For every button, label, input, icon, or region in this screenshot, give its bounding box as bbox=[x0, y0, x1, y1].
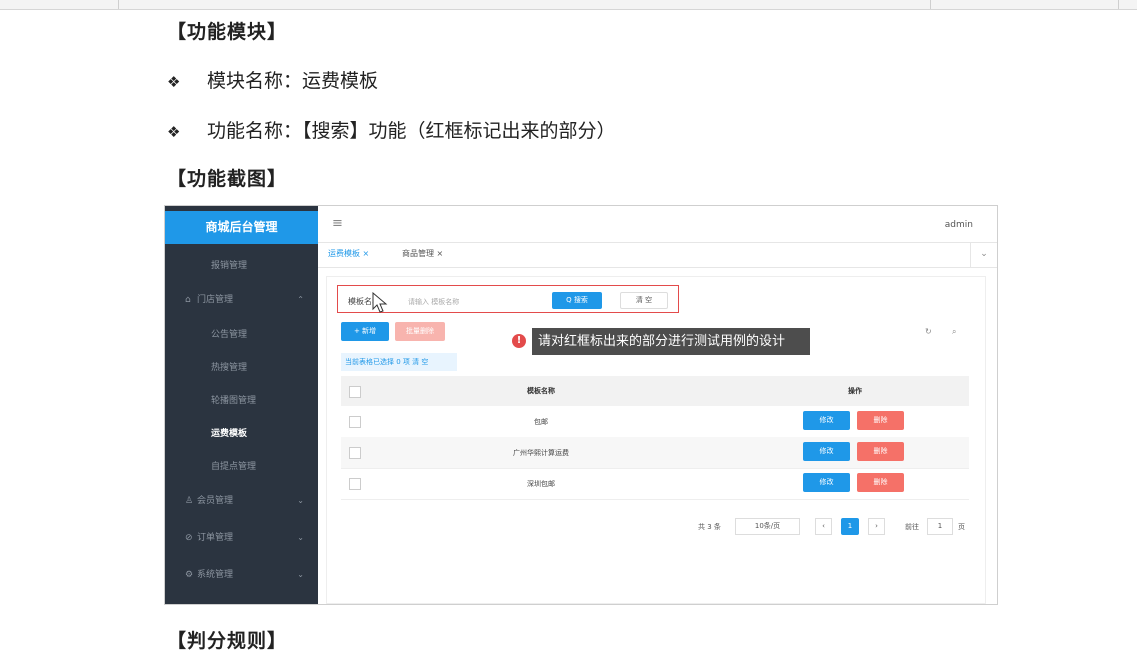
instruction-tooltip: 请对红框标出来的部分进行测试用例的设计 bbox=[532, 328, 810, 355]
tab-product-management[interactable]: 商品管理 × bbox=[402, 248, 443, 259]
column-header-name: 模板名称 bbox=[341, 376, 741, 406]
next-page-icon[interactable]: › bbox=[868, 518, 885, 535]
user-icon: ♙ bbox=[185, 496, 194, 506]
hamburger-menu-icon[interactable]: ≡ bbox=[332, 216, 343, 231]
sidebar-item-carousel[interactable]: 轮播图管理 bbox=[165, 390, 318, 412]
sidebar-group-store[interactable]: ⌂ 门店管理 ⌃ bbox=[165, 289, 318, 311]
sidebar-group-member[interactable]: ♙ 会员管理 ⌄ bbox=[165, 490, 318, 512]
edit-button[interactable]: 修改 bbox=[803, 442, 850, 461]
tab-shipping-template[interactable]: 运费模板 × bbox=[328, 248, 369, 259]
sidebar-group-label: 系统管理 bbox=[197, 570, 234, 580]
bullet-value: 运费模板 bbox=[302, 70, 379, 92]
add-button[interactable]: + 新增 bbox=[341, 322, 389, 341]
bullet-module-name: ❖ 模块名称：运费模板 bbox=[167, 66, 378, 93]
delete-button[interactable]: 删除 bbox=[857, 442, 904, 461]
clear-button[interactable]: 清 空 bbox=[620, 292, 668, 309]
current-page-button[interactable]: 1 bbox=[841, 518, 859, 535]
column-header-ops: 操作 bbox=[741, 376, 969, 406]
heading-module: 【功能模块】 bbox=[167, 21, 288, 43]
prev-page-icon[interactable]: ‹ bbox=[815, 518, 832, 535]
diamond-bullet-icon: ❖ bbox=[167, 123, 181, 141]
table-row: 广州华熙计算运费 修改 删除 bbox=[341, 437, 969, 469]
chevron-down-icon[interactable]: ⌄ bbox=[970, 242, 997, 267]
chevron-down-icon: ⌄ bbox=[297, 496, 304, 505]
select-all-checkbox[interactable] bbox=[349, 386, 361, 398]
bullet-value: 【搜索】功能（红框标记出来的部分） bbox=[302, 120, 616, 142]
edit-button[interactable]: 修改 bbox=[803, 473, 850, 492]
bullet-label: 模块名称： bbox=[207, 70, 303, 92]
sidebar-item-notice[interactable]: 公告管理 bbox=[165, 324, 318, 346]
goto-page-input[interactable]: 1 bbox=[927, 518, 953, 535]
embedded-screenshot: 商城后台管理 报销管理 ⌂ 门店管理 ⌃ 公告管理 热搜管理 轮播图管理 运费模板 … bbox=[164, 205, 998, 605]
sidebar-item-shipping-template[interactable]: 运费模板 bbox=[165, 423, 318, 445]
sidebar-item-hot-search[interactable]: 热搜管理 bbox=[165, 357, 318, 379]
top-header: ≡ admin bbox=[318, 206, 997, 243]
alert-icon: ! bbox=[512, 334, 526, 348]
sidebar-item-expense[interactable]: 报销管理 bbox=[165, 255, 318, 277]
refresh-icon[interactable]: ↻ bbox=[925, 327, 932, 336]
template-name-cell: 深圳包邮 bbox=[527, 480, 555, 488]
sidebar-group-label: 会员管理 bbox=[197, 496, 234, 506]
template-name-cell: 广州华熙计算运费 bbox=[513, 449, 569, 457]
table-row: 包邮 修改 删除 bbox=[341, 406, 969, 438]
sidebar-group-label: 订单管理 bbox=[197, 533, 234, 543]
chevron-down-icon: ⌄ bbox=[297, 533, 304, 542]
ruler-tick bbox=[930, 0, 931, 9]
search-button[interactable]: Q 搜索 bbox=[552, 292, 602, 309]
order-icon: ⊘ bbox=[185, 533, 193, 543]
page-size-select[interactable]: 10条/页 bbox=[735, 518, 800, 535]
window-top-edge bbox=[0, 0, 1137, 10]
pager-total: 共 3 条 bbox=[698, 523, 721, 531]
goto-label: 前往 bbox=[905, 523, 919, 531]
sidebar: 商城后台管理 报销管理 ⌂ 门店管理 ⌃ 公告管理 热搜管理 轮播图管理 运费模板 … bbox=[165, 206, 318, 604]
tab-bar: 运费模板 × 商品管理 × ⌄ bbox=[318, 242, 997, 268]
heading-scoring-rules: 【判分规则】 bbox=[167, 630, 288, 652]
settings-icon: ⚙ bbox=[185, 570, 194, 580]
sidebar-group-order[interactable]: ⊘ 订单管理 ⌄ bbox=[165, 527, 318, 549]
ruler-tick bbox=[118, 0, 119, 9]
delete-button[interactable]: 删除 bbox=[857, 473, 904, 492]
bullet-label: 功能名称： bbox=[207, 120, 303, 142]
bullet-function-name: ❖ 功能名称：【搜索】功能（红框标记出来的部分） bbox=[167, 116, 616, 143]
batch-delete-button[interactable]: 批量删除 bbox=[395, 322, 445, 341]
table-row: 深圳包邮 修改 删除 bbox=[341, 468, 969, 500]
delete-button[interactable]: 删除 bbox=[857, 411, 904, 430]
sidebar-item-pickup-point[interactable]: 自提点管理 bbox=[165, 456, 318, 478]
chevron-down-icon: ⌄ bbox=[297, 570, 304, 579]
admin-user[interactable]: admin bbox=[945, 220, 973, 230]
heading-screenshot: 【功能截图】 bbox=[167, 168, 288, 190]
template-name-cell: 包邮 bbox=[534, 418, 548, 426]
sidebar-group-system[interactable]: ⚙ 系统管理 ⌄ bbox=[165, 564, 318, 586]
chevron-up-icon: ⌃ bbox=[297, 295, 304, 304]
brand-title: 商城后台管理 bbox=[165, 211, 318, 244]
mouse-cursor-icon bbox=[372, 292, 388, 313]
search-icon[interactable]: ⌕ bbox=[952, 327, 956, 337]
selection-info: 当前表格已选择 0 项 清 空 bbox=[341, 353, 457, 371]
diamond-bullet-icon: ❖ bbox=[167, 73, 181, 91]
page-unit-label: 页 bbox=[958, 523, 965, 531]
ruler-tick bbox=[1118, 0, 1119, 9]
edit-button[interactable]: 修改 bbox=[803, 411, 850, 430]
store-icon: ⌂ bbox=[185, 295, 191, 305]
sidebar-group-label: 门店管理 bbox=[197, 295, 234, 305]
search-input[interactable]: 请输入 模板名称 bbox=[408, 297, 548, 309]
